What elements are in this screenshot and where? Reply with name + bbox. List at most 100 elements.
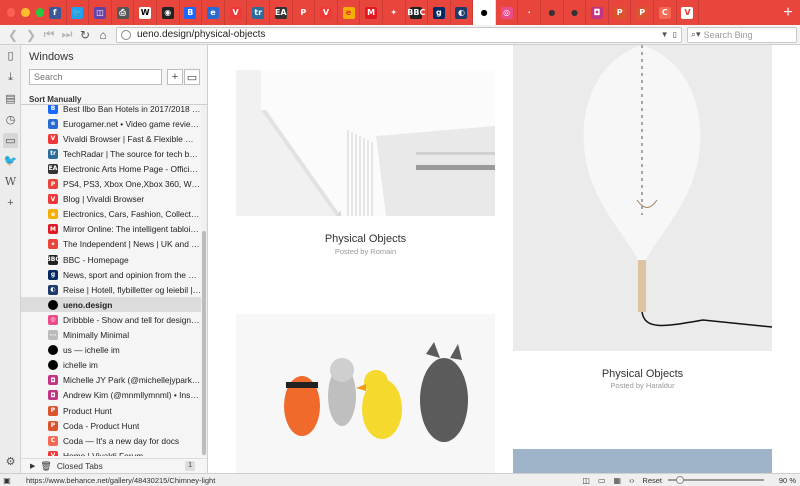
window-tab-item[interactable]: ● ichelle im [21,358,201,373]
panel-scroll-thumb[interactable] [202,231,206,455]
zoom-slider-knob[interactable] [676,476,684,484]
browser-tab[interactable]: P [609,0,632,25]
window-tab-item[interactable]: B Best Ilbo Ban Hotels in 2017/2018 - Get… [21,105,201,116]
browser-tab[interactable]: ⎙ [112,0,135,25]
page-actions-icon[interactable]: ‹› [629,476,634,485]
window-tab-item[interactable]: ◎ Dribbble - Show and tell for designers [21,312,201,327]
browser-tab[interactable]: EA [270,0,293,25]
new-window-button[interactable]: ▭ [184,69,200,85]
card-title[interactable]: Physical Objects [236,233,495,245]
settings-icon[interactable]: ⚙ [3,454,18,469]
rewind-button[interactable]: ⏮ [40,26,58,44]
search-field[interactable]: ⌕▾ Search Bing [687,26,797,43]
twitter-panel-icon[interactable]: 🐦 [3,153,18,168]
window-tab-item[interactable]: EA Electronic Arts Home Page - Official .… [21,161,201,176]
window-tab-item[interactable]: ··· Minimally Minimal [21,328,201,343]
browser-tab[interactable]: V [225,0,248,25]
back-button[interactable]: ❮ [4,26,22,44]
browser-tab[interactable]: ✦ [383,0,406,25]
browser-tab[interactable]: tr [247,0,270,25]
capture-icon[interactable]: ◫ [582,476,590,485]
card-image-device[interactable] [236,70,495,216]
window-tab-item[interactable]: V Home | Vivaldi Forum [21,448,201,456]
browser-tab[interactable]: C [654,0,677,25]
new-tab-button[interactable]: + [776,0,800,25]
card-image-toys[interactable] [236,314,495,473]
reload-button[interactable]: ↻ [76,26,94,44]
search-engine-icon[interactable]: ⌕▾ [691,29,701,40]
window-tab-item[interactable]: P Product Hunt [21,403,201,418]
browser-tab[interactable]: ● [564,0,587,25]
browser-tab[interactable]: g [428,0,451,25]
window-tab-item[interactable]: V Vivaldi Browser | Fast & Flexible Web..… [21,131,201,146]
window-tab-item[interactable]: ◘ Michelle JY Park (@michellejypark) • ..… [21,373,201,388]
window-tab-item[interactable]: tr TechRadar | The source for tech buyi..… [21,146,201,161]
sort-label[interactable]: Sort Manually [29,95,81,104]
window-tab-item[interactable]: e Electronics, Cars, Fashion, Collectibl.… [21,207,201,222]
expand-arrow-icon[interactable]: ▶ [30,462,35,470]
window-tab-item[interactable]: M Mirror Online: The intelligent tabloid.… [21,222,201,237]
browser-tab[interactable]: P [631,0,655,25]
downloads-icon[interactable]: ⤓ [3,70,18,85]
zoom-window-button[interactable] [35,8,44,17]
add-web-panel-icon[interactable]: + [3,195,18,210]
browser-tab[interactable]: B [180,0,203,25]
fast-forward-button[interactable]: ⏭ [58,26,76,44]
browser-tab[interactable]: e [338,0,361,25]
card-image-sky[interactable] [513,449,772,473]
browser-tab[interactable]: ◉ [157,0,180,25]
panel-toggle-icon[interactable]: ▣ [0,476,14,485]
browser-tab[interactable]: ● [473,0,496,25]
browser-tab[interactable]: W [134,0,157,25]
browser-tab[interactable]: 🐦 [67,0,90,25]
history-icon[interactable]: ◷ [3,112,18,127]
browser-tab[interactable]: V [677,0,700,25]
window-tab-item[interactable]: ◘ Andrew Kim (@mnmllymnml) • Insta... [21,388,201,403]
window-tab-item[interactable]: e Eurogamer.net • Video game reviews... [21,116,201,131]
browser-tab[interactable]: e [202,0,225,25]
notes-icon[interactable]: ▤ [3,91,18,106]
image-toggle-icon[interactable]: ▦ [614,476,622,485]
browser-tab[interactable]: BBC [406,0,429,25]
browser-tab[interactable]: M [360,0,383,25]
wikipedia-panel-icon[interactable]: W [3,174,18,189]
minimize-window-button[interactable] [21,8,30,17]
browser-tab[interactable]: V [315,0,338,25]
home-button[interactable]: ⌂ [94,26,112,44]
zoom-reset-button[interactable]: Reset [642,476,662,485]
panel-scrollbar[interactable] [201,105,207,456]
browser-tab[interactable]: ◘ [586,0,609,25]
add-window-button[interactable]: + [167,69,183,85]
close-window-button[interactable] [7,8,16,17]
window-tab-item[interactable]: ● us — ichelle im [21,343,201,358]
browser-tab[interactable]: ● [541,0,564,25]
zoom-slider[interactable] [668,476,764,484]
url-dropdown-icon[interactable]: ▼ [661,30,669,39]
window-tab-item[interactable]: ✦ The Independent | News | UK and W... [21,237,201,252]
browser-tab[interactable]: ◫ [89,0,112,25]
address-field[interactable]: ueno.design/physical-objects ▼ ▯ [116,26,682,43]
windows-panel-icon[interactable]: ▭ [3,133,18,148]
window-tab-item[interactable]: BBC BBC - Homepage [21,252,201,267]
window-tab-item[interactable]: ◐ Reise | Hotell, flybilletter og leiebil… [21,282,201,297]
card-title[interactable]: Physical Objects [513,368,772,380]
browser-tab[interactable]: P [293,0,316,25]
window-tab-item[interactable]: V Blog | Vivaldi Browser [21,192,201,207]
forward-button[interactable]: ❯ [22,26,40,44]
browser-tab[interactable]: ◎ [496,0,519,25]
browser-tab[interactable]: ◐ [451,0,474,25]
tile-icon[interactable]: ▭ [598,476,606,485]
browser-tab[interactable]: · [518,0,542,25]
window-tab-item[interactable]: P Coda - Product Hunt [21,418,201,433]
bookmarks-icon[interactable]: ▯ [3,48,18,63]
site-info-icon[interactable] [121,29,131,40]
window-tab-item[interactable]: ● ueno.design [21,297,201,313]
browser-tab[interactable]: f [44,0,67,25]
window-tab-item[interactable]: P PS4, PS3, Xbox One,Xbox 360, Wii, P... [21,177,201,192]
panel-search-input[interactable] [29,69,162,85]
closed-tabs-row[interactable]: ▶ 🗑 Closed Tabs 1 [21,458,207,473]
window-tab-item[interactable]: g News, sport and opinion from the Gu... [21,267,201,282]
window-tab-item[interactable]: C Coda — It's a new day for docs [21,433,201,448]
card-image-lamp[interactable] [513,45,772,351]
bookmark-icon[interactable]: ▯ [673,30,677,39]
